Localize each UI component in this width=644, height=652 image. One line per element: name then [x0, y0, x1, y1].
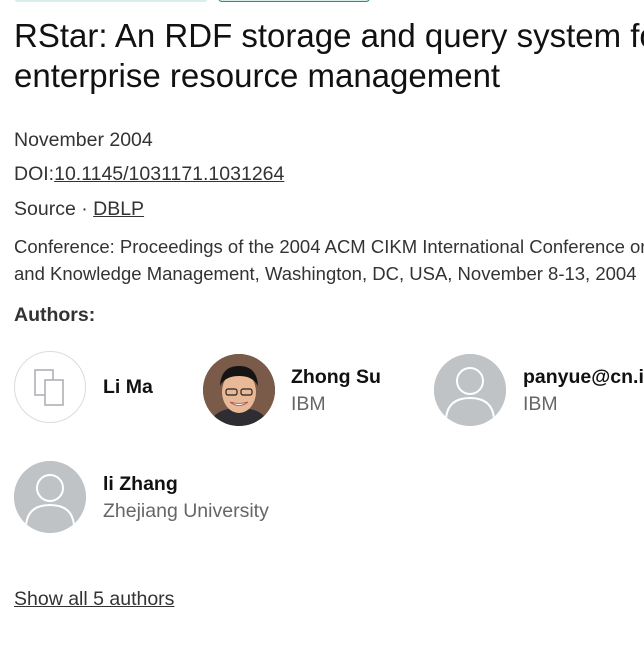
source-label: Source · [14, 198, 88, 220]
author-affiliation: Zhejiang University [103, 500, 269, 522]
source-line: Source · DBLP [14, 197, 144, 221]
author-affiliation: IBM [291, 393, 326, 415]
author-card[interactable]: Zhong Su IBM [203, 354, 428, 426]
author-name[interactable]: panyue@cn.ibm.com [523, 366, 644, 389]
doi-link[interactable]: 10.1145/1031171.1031264 [54, 163, 284, 185]
author-card[interactable]: Li Ma [14, 351, 194, 423]
tab-tag-secondary[interactable] [218, 0, 371, 2]
author-card[interactable]: panyue@cn.ibm.com IBM [434, 354, 644, 426]
top-tab-strip [14, 0, 371, 2]
author-name[interactable]: Li Ma [103, 376, 153, 399]
author-name[interactable]: li Zhang [103, 473, 178, 496]
publication-page: RStar: An RDF storage and query system f… [0, 0, 644, 652]
default-user-icon [434, 354, 506, 426]
source-link[interactable]: DBLP [93, 198, 144, 220]
author-affiliation: IBM [523, 393, 558, 415]
doi-label: DOI: [14, 163, 55, 185]
default-user-icon [14, 461, 86, 533]
doi-line: DOI:10.1145/1031171.1031264 [14, 162, 284, 186]
conference-info: Conference: Proceedings of the 2004 ACM … [14, 236, 644, 284]
profile-photo [203, 354, 275, 426]
tab-tag-primary[interactable] [14, 0, 208, 2]
show-all-authors-link[interactable]: Show all 5 authors [14, 588, 174, 611]
authors-heading: Authors: [14, 304, 96, 326]
page-title: RStar: An RDF storage and query system f… [14, 17, 644, 94]
publication-date: November 2004 [14, 129, 153, 151]
document-placeholder-icon [14, 351, 86, 423]
author-name[interactable]: Zhong Su [291, 366, 381, 389]
author-card[interactable]: li Zhang Zhejiang University [14, 461, 314, 533]
